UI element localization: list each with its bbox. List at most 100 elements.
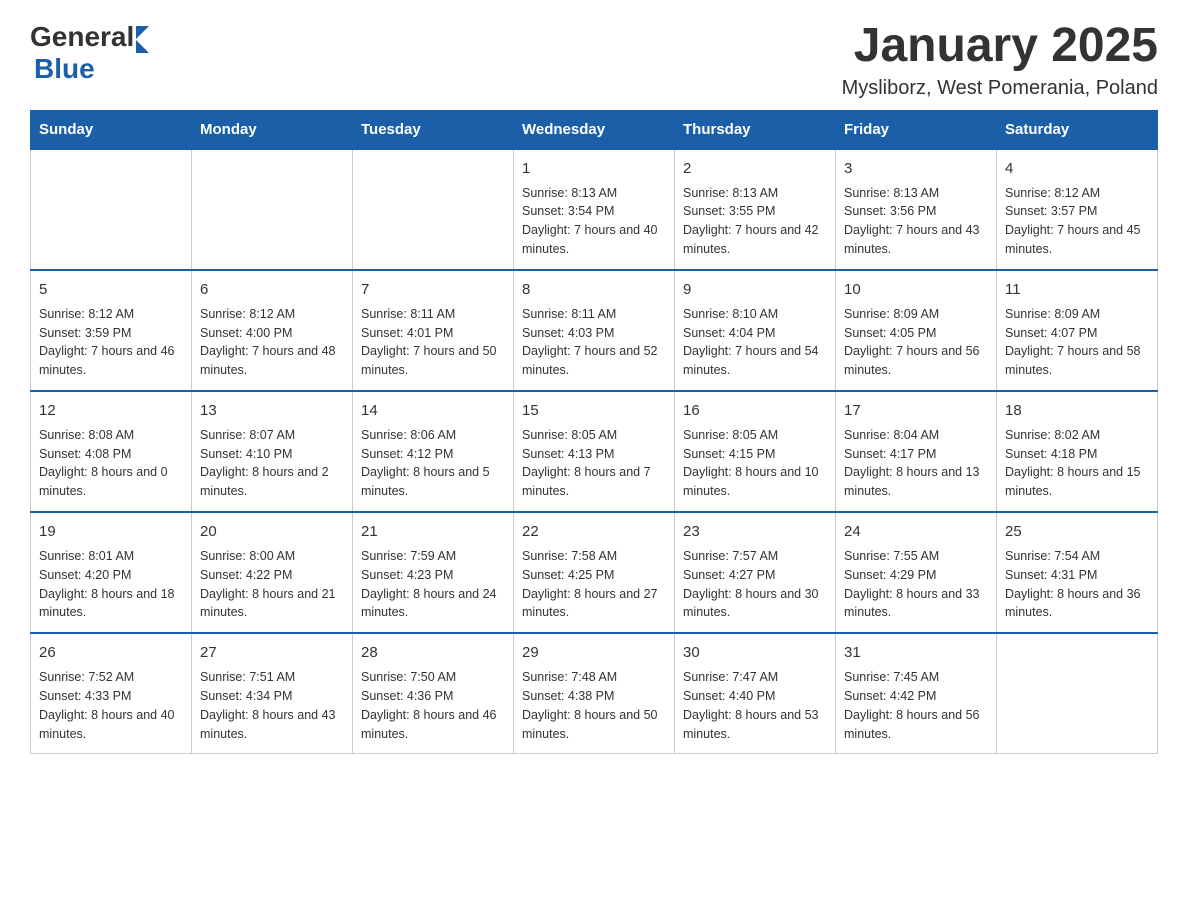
- table-row: 30 Sunrise: 7:47 AMSunset: 4:40 PMDaylig…: [675, 633, 836, 754]
- day-info: Sunrise: 8:09 AMSunset: 4:05 PMDaylight:…: [844, 307, 980, 378]
- day-number: 22: [522, 521, 666, 543]
- day-info: Sunrise: 7:48 AMSunset: 4:38 PMDaylight:…: [522, 670, 658, 741]
- day-number: 4: [1005, 158, 1149, 180]
- table-row: 24 Sunrise: 7:55 AMSunset: 4:29 PMDaylig…: [836, 512, 997, 633]
- table-row: 1 Sunrise: 8:13 AMSunset: 3:54 PMDayligh…: [514, 149, 675, 270]
- day-info: Sunrise: 8:07 AMSunset: 4:10 PMDaylight:…: [200, 428, 329, 499]
- logo: General Blue: [30, 20, 149, 85]
- day-info: Sunrise: 8:12 AMSunset: 3:57 PMDaylight:…: [1005, 186, 1141, 257]
- col-thursday: Thursday: [675, 110, 836, 149]
- table-row: 31 Sunrise: 7:45 AMSunset: 4:42 PMDaylig…: [836, 633, 997, 754]
- logo-blue: Blue: [34, 53, 95, 85]
- day-info: Sunrise: 7:57 AMSunset: 4:27 PMDaylight:…: [683, 549, 819, 620]
- day-info: Sunrise: 8:02 AMSunset: 4:18 PMDaylight:…: [1005, 428, 1141, 499]
- table-row: 5 Sunrise: 8:12 AMSunset: 3:59 PMDayligh…: [31, 270, 192, 391]
- day-number: 16: [683, 400, 827, 422]
- day-info: Sunrise: 8:00 AMSunset: 4:22 PMDaylight:…: [200, 549, 336, 620]
- day-info: Sunrise: 8:06 AMSunset: 4:12 PMDaylight:…: [361, 428, 490, 499]
- calendar-week-row: 5 Sunrise: 8:12 AMSunset: 3:59 PMDayligh…: [31, 270, 1158, 391]
- table-row: 15 Sunrise: 8:05 AMSunset: 4:13 PMDaylig…: [514, 391, 675, 512]
- table-row: 4 Sunrise: 8:12 AMSunset: 3:57 PMDayligh…: [997, 149, 1158, 270]
- table-row: 3 Sunrise: 8:13 AMSunset: 3:56 PMDayligh…: [836, 149, 997, 270]
- table-row: 9 Sunrise: 8:10 AMSunset: 4:04 PMDayligh…: [675, 270, 836, 391]
- day-number: 10: [844, 279, 988, 301]
- table-row: 2 Sunrise: 8:13 AMSunset: 3:55 PMDayligh…: [675, 149, 836, 270]
- table-row: 26 Sunrise: 7:52 AMSunset: 4:33 PMDaylig…: [31, 633, 192, 754]
- page-header: General Blue January 2025 Mysliborz, Wes…: [30, 20, 1158, 100]
- day-info: Sunrise: 7:50 AMSunset: 4:36 PMDaylight:…: [361, 670, 497, 741]
- table-row: 29 Sunrise: 7:48 AMSunset: 4:38 PMDaylig…: [514, 633, 675, 754]
- table-row: [192, 149, 353, 270]
- table-row: [353, 149, 514, 270]
- day-info: Sunrise: 7:54 AMSunset: 4:31 PMDaylight:…: [1005, 549, 1141, 620]
- table-row: [31, 149, 192, 270]
- day-info: Sunrise: 8:04 AMSunset: 4:17 PMDaylight:…: [844, 428, 980, 499]
- title-block: January 2025 Mysliborz, West Pomerania, …: [842, 20, 1158, 100]
- day-number: 20: [200, 521, 344, 543]
- day-number: 18: [1005, 400, 1149, 422]
- day-info: Sunrise: 7:45 AMSunset: 4:42 PMDaylight:…: [844, 670, 980, 741]
- day-info: Sunrise: 8:08 AMSunset: 4:08 PMDaylight:…: [39, 428, 168, 499]
- col-tuesday: Tuesday: [353, 110, 514, 149]
- day-number: 24: [844, 521, 988, 543]
- day-number: 9: [683, 279, 827, 301]
- day-number: 27: [200, 642, 344, 664]
- day-info: Sunrise: 8:05 AMSunset: 4:13 PMDaylight:…: [522, 428, 651, 499]
- day-info: Sunrise: 7:52 AMSunset: 4:33 PMDaylight:…: [39, 670, 175, 741]
- calendar-week-row: 26 Sunrise: 7:52 AMSunset: 4:33 PMDaylig…: [31, 633, 1158, 754]
- day-number: 17: [844, 400, 988, 422]
- day-number: 11: [1005, 279, 1149, 301]
- day-number: 19: [39, 521, 183, 543]
- col-wednesday: Wednesday: [514, 110, 675, 149]
- table-row: 18 Sunrise: 8:02 AMSunset: 4:18 PMDaylig…: [997, 391, 1158, 512]
- table-row: 23 Sunrise: 7:57 AMSunset: 4:27 PMDaylig…: [675, 512, 836, 633]
- day-info: Sunrise: 8:05 AMSunset: 4:15 PMDaylight:…: [683, 428, 819, 499]
- day-number: 25: [1005, 521, 1149, 543]
- col-monday: Monday: [192, 110, 353, 149]
- day-info: Sunrise: 7:47 AMSunset: 4:40 PMDaylight:…: [683, 670, 819, 741]
- table-row: 21 Sunrise: 7:59 AMSunset: 4:23 PMDaylig…: [353, 512, 514, 633]
- day-info: Sunrise: 7:59 AMSunset: 4:23 PMDaylight:…: [361, 549, 497, 620]
- table-row: 28 Sunrise: 7:50 AMSunset: 4:36 PMDaylig…: [353, 633, 514, 754]
- day-number: 6: [200, 279, 344, 301]
- table-row: 25 Sunrise: 7:54 AMSunset: 4:31 PMDaylig…: [997, 512, 1158, 633]
- table-row: 17 Sunrise: 8:04 AMSunset: 4:17 PMDaylig…: [836, 391, 997, 512]
- col-friday: Friday: [836, 110, 997, 149]
- table-row: 6 Sunrise: 8:12 AMSunset: 4:00 PMDayligh…: [192, 270, 353, 391]
- day-info: Sunrise: 8:11 AMSunset: 4:01 PMDaylight:…: [361, 307, 497, 378]
- calendar-table: Sunday Monday Tuesday Wednesday Thursday…: [30, 110, 1158, 755]
- calendar-header-row: Sunday Monday Tuesday Wednesday Thursday…: [31, 110, 1158, 149]
- table-row: 19 Sunrise: 8:01 AMSunset: 4:20 PMDaylig…: [31, 512, 192, 633]
- day-number: 29: [522, 642, 666, 664]
- table-row: 14 Sunrise: 8:06 AMSunset: 4:12 PMDaylig…: [353, 391, 514, 512]
- col-sunday: Sunday: [31, 110, 192, 149]
- day-number: 31: [844, 642, 988, 664]
- day-number: 14: [361, 400, 505, 422]
- table-row: 12 Sunrise: 8:08 AMSunset: 4:08 PMDaylig…: [31, 391, 192, 512]
- month-title: January 2025: [842, 20, 1158, 73]
- day-number: 23: [683, 521, 827, 543]
- day-info: Sunrise: 8:12 AMSunset: 3:59 PMDaylight:…: [39, 307, 175, 378]
- day-number: 15: [522, 400, 666, 422]
- day-info: Sunrise: 7:51 AMSunset: 4:34 PMDaylight:…: [200, 670, 336, 741]
- day-number: 30: [683, 642, 827, 664]
- table-row: 20 Sunrise: 8:00 AMSunset: 4:22 PMDaylig…: [192, 512, 353, 633]
- col-saturday: Saturday: [997, 110, 1158, 149]
- day-info: Sunrise: 8:09 AMSunset: 4:07 PMDaylight:…: [1005, 307, 1141, 378]
- day-number: 8: [522, 279, 666, 301]
- day-info: Sunrise: 8:13 AMSunset: 3:54 PMDaylight:…: [522, 186, 658, 257]
- table-row: 8 Sunrise: 8:11 AMSunset: 4:03 PMDayligh…: [514, 270, 675, 391]
- day-info: Sunrise: 8:13 AMSunset: 3:56 PMDaylight:…: [844, 186, 980, 257]
- day-number: 2: [683, 158, 827, 180]
- day-number: 3: [844, 158, 988, 180]
- day-info: Sunrise: 8:13 AMSunset: 3:55 PMDaylight:…: [683, 186, 819, 257]
- table-row: [997, 633, 1158, 754]
- day-number: 28: [361, 642, 505, 664]
- day-number: 21: [361, 521, 505, 543]
- calendar-week-row: 19 Sunrise: 8:01 AMSunset: 4:20 PMDaylig…: [31, 512, 1158, 633]
- day-info: Sunrise: 8:12 AMSunset: 4:00 PMDaylight:…: [200, 307, 336, 378]
- table-row: 10 Sunrise: 8:09 AMSunset: 4:05 PMDaylig…: [836, 270, 997, 391]
- table-row: 13 Sunrise: 8:07 AMSunset: 4:10 PMDaylig…: [192, 391, 353, 512]
- calendar-week-row: 1 Sunrise: 8:13 AMSunset: 3:54 PMDayligh…: [31, 149, 1158, 270]
- day-number: 12: [39, 400, 183, 422]
